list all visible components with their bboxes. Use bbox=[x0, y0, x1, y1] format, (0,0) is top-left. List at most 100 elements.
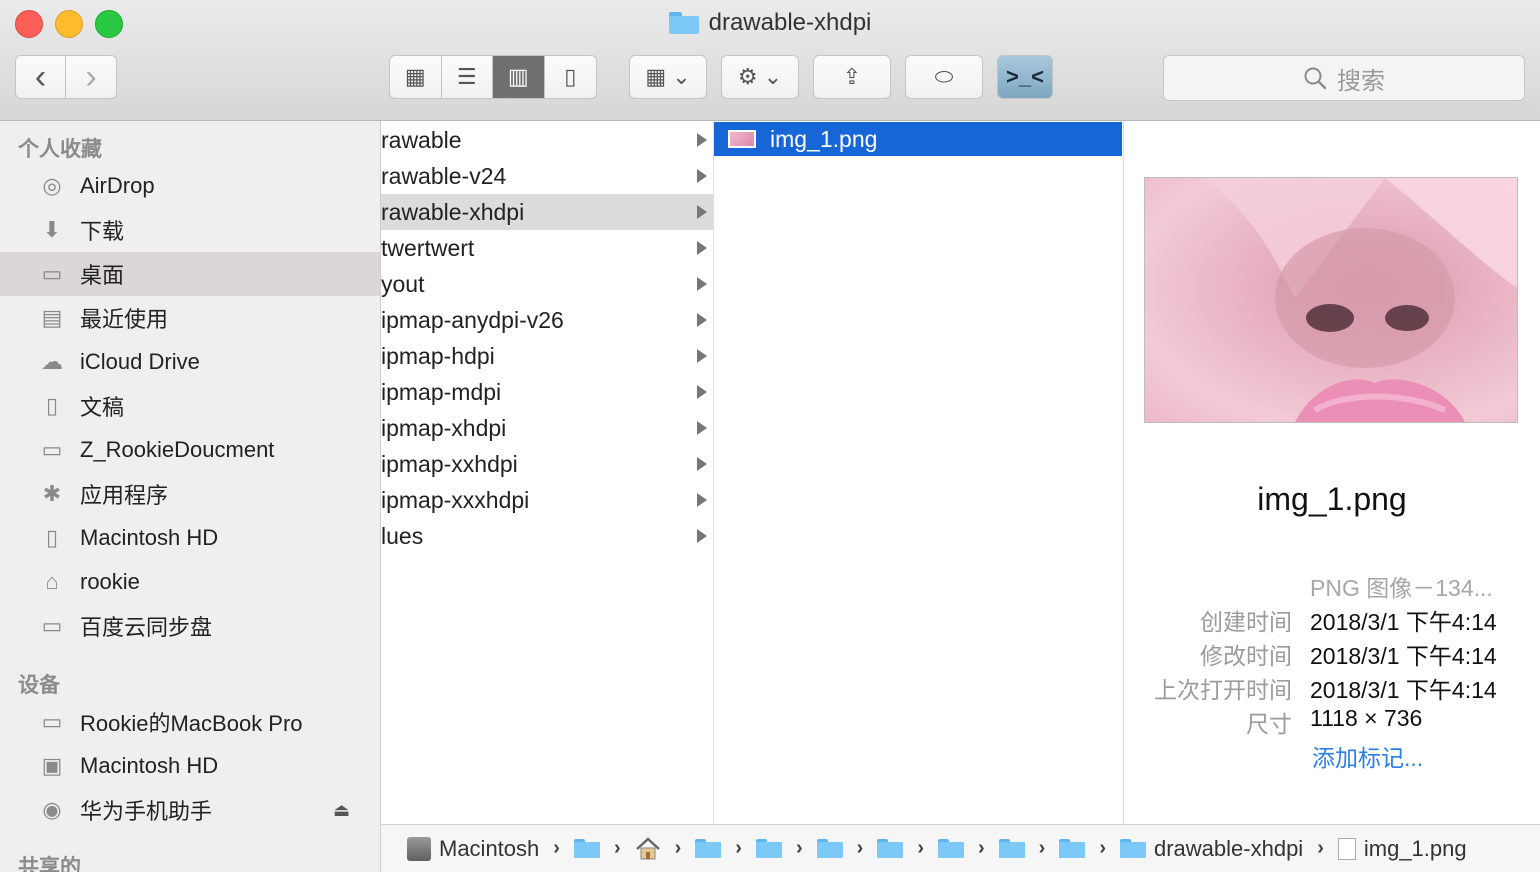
path-separator: › bbox=[735, 837, 742, 859]
file-row-selected[interactable]: img_1.png bbox=[714, 122, 1122, 156]
folder-icon bbox=[1120, 839, 1146, 858]
columns-icon: ▥ bbox=[507, 64, 529, 89]
search-field[interactable]: 搜索 bbox=[1163, 55, 1525, 101]
disclosure-arrow-icon bbox=[697, 421, 707, 435]
hard-drive-icon bbox=[407, 836, 431, 861]
arrange-button[interactable]: ▦ ⌄ bbox=[629, 55, 707, 99]
terminal-button[interactable]: >_< bbox=[997, 55, 1053, 99]
laptop-icon: ▭ bbox=[41, 709, 63, 734]
terminal-icon: >_< bbox=[1006, 64, 1044, 89]
action-button[interactable]: ⚙ ⌄ bbox=[721, 55, 799, 99]
list-item[interactable]: rawable bbox=[381, 122, 713, 158]
path-item-folder[interactable] bbox=[816, 839, 843, 858]
list-item[interactable]: ipmap-anydpi-v26 bbox=[381, 302, 713, 338]
sidebar-item-applications[interactable]: ✱ 应用程序 bbox=[0, 472, 380, 516]
hard-drive-icon: ▣ bbox=[41, 753, 63, 778]
path-item-desktop[interactable] bbox=[695, 839, 722, 858]
sidebar-item-recents[interactable]: ▤ 最近使用 bbox=[0, 296, 380, 340]
list-item[interactable]: yout bbox=[381, 266, 713, 302]
opened-label: 上次打开时间 bbox=[1154, 677, 1292, 703]
sidebar-item-documents[interactable]: ▯ 文稿 bbox=[0, 384, 380, 428]
documents-icon: ▯ bbox=[45, 393, 59, 418]
cloud-icon: ☁ bbox=[41, 349, 63, 374]
gallery-view-button[interactable]: ▯ bbox=[545, 56, 597, 98]
modified-value: 2018/3/1 下午4:14 bbox=[1310, 643, 1497, 669]
disclosure-arrow-icon bbox=[697, 313, 707, 327]
list-view-button[interactable]: ☰ bbox=[442, 56, 493, 98]
disclosure-arrow-icon bbox=[697, 133, 707, 147]
path-item-folder[interactable] bbox=[998, 839, 1025, 858]
sidebar-item-downloads[interactable]: ⬇ 下载 bbox=[0, 208, 380, 252]
image-thumbnail bbox=[1205, 178, 1517, 422]
folder-icon bbox=[668, 12, 699, 34]
folder-icon bbox=[877, 839, 904, 858]
desktop-folder-icon bbox=[695, 839, 722, 858]
file-icon bbox=[1337, 837, 1356, 860]
share-button[interactable]: ⇪ bbox=[813, 55, 891, 99]
disclosure-arrow-icon bbox=[697, 493, 707, 507]
path-item-folder[interactable] bbox=[937, 839, 964, 858]
list-item[interactable]: rawable-v24 bbox=[381, 158, 713, 194]
eject-icon[interactable]: ⏏ bbox=[333, 800, 350, 821]
sidebar-item-z-rookiedoucment[interactable]: ▭ Z_RookieDoucment bbox=[0, 428, 380, 472]
path-separator: › bbox=[856, 837, 864, 859]
recents-icon: ▤ bbox=[41, 305, 63, 330]
path-item-folder[interactable] bbox=[877, 839, 904, 858]
column-view-button[interactable]: ▥ bbox=[493, 56, 545, 98]
back-button[interactable]: ‹ bbox=[16, 56, 66, 98]
path-item-disk[interactable]: Macintosh bbox=[407, 836, 539, 862]
sidebar: 个人收藏 ◎ AirDrop ⬇ 下载 ▭ 桌面 ▤ 最近使用 ☁ iCloud Driv… bbox=[0, 121, 381, 872]
list-item[interactable]: ipmap-xxxhdpi bbox=[381, 482, 713, 518]
list-item[interactable]: ipmap-hdpi bbox=[381, 338, 713, 374]
gear-icon: ⚙ ⌄ bbox=[737, 64, 783, 89]
folder-icon bbox=[755, 839, 782, 858]
path-item-folder[interactable] bbox=[755, 839, 782, 858]
opened-value: 2018/3/1 下午4:14 bbox=[1310, 677, 1497, 703]
list-item[interactable]: lues bbox=[381, 518, 713, 554]
sidebar-item-rookie[interactable]: ⌂ rookie bbox=[0, 560, 380, 604]
tags-button[interactable]: ⬭ bbox=[905, 55, 983, 99]
folder-icon bbox=[937, 839, 964, 858]
size-value: 1118 × 736 bbox=[1310, 705, 1423, 731]
add-tags-link[interactable]: 添加标记... bbox=[1312, 739, 1423, 773]
disclosure-arrow-icon bbox=[697, 241, 707, 255]
path-item-folder[interactable] bbox=[1059, 839, 1086, 858]
chevron-left-icon: ‹ bbox=[34, 57, 47, 96]
path-separator: › bbox=[553, 837, 560, 859]
list-item[interactable]: twertwert bbox=[381, 230, 713, 266]
sidebar-item-huawei[interactable]: ◉ 华为手机助手 ⏏ bbox=[0, 788, 380, 832]
preview-pane: img_1.png PNG 图像－134... 创建时间 2018/3/1 下午… bbox=[1124, 121, 1540, 824]
preview-file-name: img_1.png bbox=[1257, 481, 1407, 517]
forward-button[interactable]: › bbox=[66, 56, 116, 98]
path-item-users[interactable] bbox=[573, 839, 600, 858]
sidebar-item-icloud[interactable]: ☁ iCloud Drive bbox=[0, 340, 380, 384]
home-icon bbox=[635, 836, 660, 859]
sidebar-item-desktop[interactable]: ▭ 桌面 bbox=[0, 252, 380, 296]
sidebar-item-baidu-sync[interactable]: ▭ 百度云同步盘 bbox=[0, 604, 380, 648]
home-icon: ⌂ bbox=[45, 569, 59, 594]
path-item-file[interactable]: img_1.png bbox=[1337, 836, 1467, 862]
created-label: 创建时间 bbox=[1200, 609, 1292, 635]
list-item[interactable]: ipmap-mdpi bbox=[381, 374, 713, 410]
sidebar-item-macintosh-hd-device[interactable]: ▣ Macintosh HD bbox=[0, 744, 380, 788]
path-item-home[interactable] bbox=[635, 836, 661, 861]
disclosure-arrow-icon bbox=[697, 169, 707, 183]
sidebar-item-airdrop[interactable]: ◎ AirDrop bbox=[0, 164, 380, 208]
list-item[interactable]: ipmap-xhdpi bbox=[381, 410, 713, 446]
applications-icon: ✱ bbox=[42, 481, 62, 506]
download-icon: ⬇ bbox=[42, 217, 62, 242]
icon-view-button[interactable]: ▦ bbox=[390, 56, 442, 98]
list-item-selected[interactable]: rawable-xhdpi bbox=[381, 194, 713, 230]
disclosure-arrow-icon bbox=[697, 457, 707, 471]
sidebar-item-macbook-pro[interactable]: ▭ Rookie的MacBook Pro bbox=[0, 700, 380, 744]
sidebar-item-macintosh-hd[interactable]: ▯ Macintosh HD bbox=[0, 516, 380, 560]
column-browser-1: rawable rawable-v24 rawable-xhdpi twertw… bbox=[381, 121, 714, 824]
path-item-current-folder[interactable]: drawable-xhdpi bbox=[1120, 836, 1303, 862]
path-separator: › bbox=[1317, 837, 1324, 859]
list-item[interactable]: ipmap-xxhdpi bbox=[381, 446, 713, 482]
image-file-icon bbox=[728, 130, 756, 148]
tag-icon: ⬭ bbox=[934, 64, 954, 89]
disclosure-arrow-icon bbox=[697, 385, 707, 399]
preview-kind: PNG 图像－134... bbox=[1310, 575, 1493, 601]
arrange-icon: ▦ ⌄ bbox=[645, 64, 691, 89]
